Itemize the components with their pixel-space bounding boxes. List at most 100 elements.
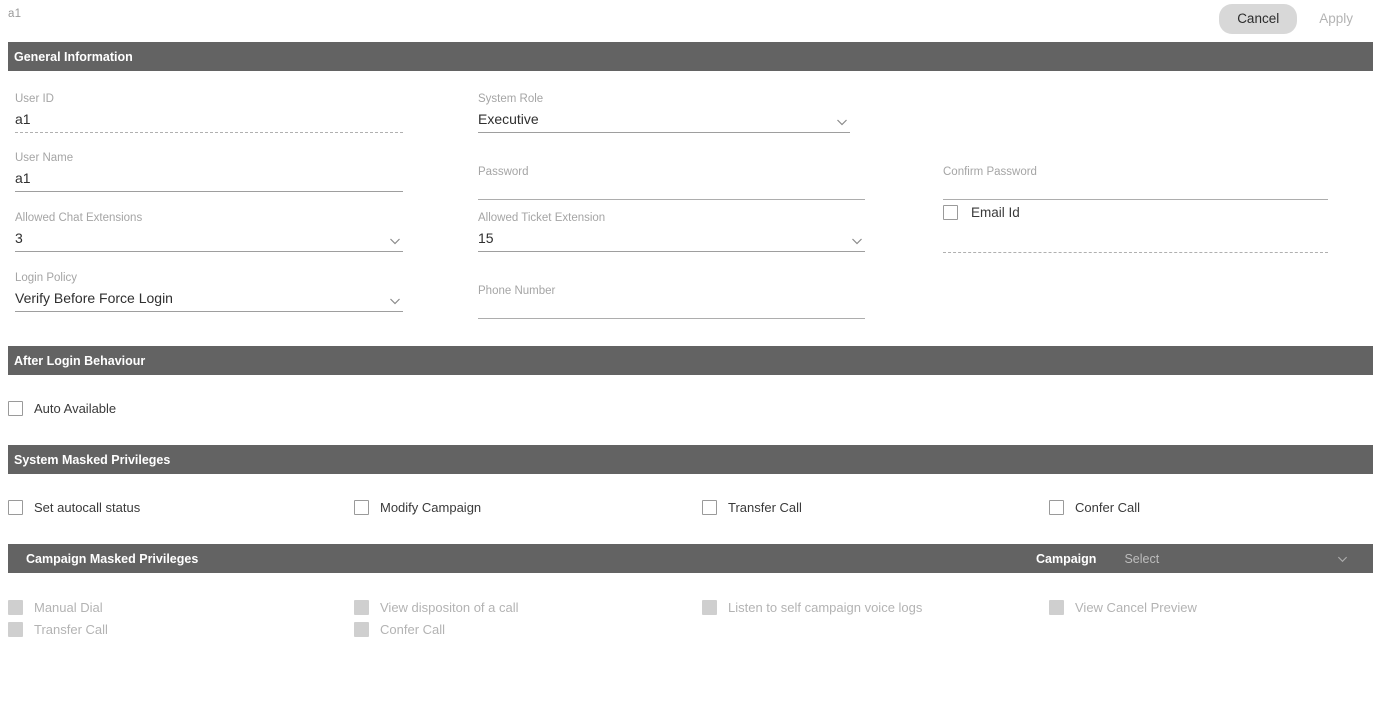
field-label: Login Policy: [15, 272, 78, 284]
system-role-select[interactable]: Executive: [478, 109, 850, 133]
field-allowed-chat-extensions: Allowed Chat Extensions 3: [15, 211, 403, 252]
checkbox-view-disposition-of-a-call: View dispositon of a call: [354, 600, 519, 615]
field-password: Password: [478, 165, 865, 200]
field-value: Executive: [478, 111, 539, 127]
checkbox-box: [1049, 600, 1064, 615]
checkbox-box[interactable]: [943, 205, 958, 220]
field-label: Password: [478, 166, 529, 178]
section-title: After Login Behaviour: [14, 353, 146, 368]
apply-button[interactable]: Apply: [1301, 4, 1371, 34]
checkbox-box: [702, 600, 717, 615]
field-underline: [15, 132, 403, 133]
checkbox-label: Transfer Call: [34, 622, 108, 637]
checkbox-transfer-call[interactable]: Transfer Call: [702, 500, 802, 515]
field-email-id: [943, 228, 1328, 253]
section-title: Campaign Masked Privileges: [26, 551, 199, 566]
top-bar-actions: Cancel Apply: [1219, 4, 1371, 34]
field-underline: [943, 199, 1328, 200]
chevron-down-icon: [390, 238, 400, 245]
field-underline: [478, 199, 865, 200]
section-header-after-login-behaviour: After Login Behaviour: [8, 346, 1373, 375]
field-underline: [478, 318, 865, 319]
field-label: System Role: [478, 93, 544, 105]
checkbox-box[interactable]: [702, 500, 717, 515]
checkbox-label: Email Id: [971, 205, 1020, 220]
section-title: General Information: [14, 49, 133, 64]
top-bar: a1 Cancel Apply: [0, 0, 1379, 38]
page-title: a1: [8, 8, 22, 20]
field-allowed-ticket-extension: Allowed Ticket Extension 15: [478, 211, 865, 252]
checkbox-box: [8, 600, 23, 615]
chevron-down-icon: [390, 298, 400, 305]
field-label: User ID: [15, 93, 54, 105]
user-name-input[interactable]: a1: [15, 168, 403, 192]
section-header-general-information: General Information: [8, 42, 1373, 71]
field-underline: [478, 251, 865, 252]
field-user-id: User ID a1: [15, 92, 403, 133]
field-label: User Name: [15, 152, 74, 164]
checkbox-auto-available[interactable]: Auto Available: [8, 401, 116, 416]
checkbox-label: Modify Campaign: [380, 500, 482, 515]
field-underline: [15, 191, 403, 192]
field-user-name: User Name a1: [15, 151, 403, 192]
cancel-button[interactable]: Cancel: [1219, 4, 1298, 34]
checkbox-label: Confer Call: [1075, 500, 1141, 515]
checkbox-manual-dial: Manual Dial: [8, 600, 103, 615]
field-system-role: System Role Executive: [478, 92, 850, 133]
section-title: System Masked Privileges: [14, 452, 171, 467]
checkbox-modify-campaign[interactable]: Modify Campaign: [354, 500, 481, 515]
chevron-down-icon: [852, 238, 862, 245]
field-label: Allowed Ticket Extension: [478, 212, 606, 224]
field-label: Allowed Chat Extensions: [15, 212, 143, 224]
field-underline: [15, 251, 403, 252]
checkbox-transfer-call-campaign: Transfer Call: [8, 622, 108, 637]
checkbox-label: View dispositon of a call: [380, 600, 519, 615]
section-header-system-masked-privileges: System Masked Privileges: [8, 445, 1373, 474]
checkbox-email-id[interactable]: Email Id: [943, 205, 1020, 220]
campaign-selector-group: Campaign Select: [1036, 544, 1348, 573]
user-settings-page: a1 Cancel Apply General Information User…: [0, 0, 1379, 704]
checkbox-box: [354, 600, 369, 615]
checkbox-box[interactable]: [1049, 500, 1064, 515]
section-header-campaign-masked-privileges: Campaign Masked Privileges Campaign Sele…: [8, 544, 1373, 573]
checkbox-box[interactable]: [8, 500, 23, 515]
field-value: a1: [15, 170, 31, 186]
field-phone-number: Phone Number: [478, 284, 865, 319]
confirm-password-input[interactable]: [943, 182, 1328, 200]
checkbox-box: [354, 622, 369, 637]
field-confirm-password: Confirm Password: [943, 165, 1328, 200]
campaign-selector-label: Campaign: [1036, 551, 1097, 566]
checkbox-listen-to-self-campaign-voice-logs: Listen to self campaign voice logs: [702, 600, 922, 615]
field-underline: [943, 252, 1328, 253]
field-label: Confirm Password: [943, 166, 1037, 178]
checkbox-view-cancel-preview: View Cancel Preview: [1049, 600, 1197, 615]
allowed-chat-extensions-select[interactable]: 3: [15, 228, 403, 252]
checkbox-label: Transfer Call: [728, 500, 802, 515]
campaign-select-value: Select: [1124, 551, 1160, 566]
checkbox-set-autocall-status[interactable]: Set autocall status: [8, 500, 140, 515]
email-id-input[interactable]: [943, 231, 1328, 253]
checkbox-confer-call[interactable]: Confer Call: [1049, 500, 1140, 515]
phone-number-input[interactable]: [478, 301, 865, 319]
checkbox-box[interactable]: [8, 401, 23, 416]
user-id-input[interactable]: a1: [15, 109, 403, 133]
field-value: 15: [478, 230, 494, 246]
checkbox-box: [8, 622, 23, 637]
login-policy-select[interactable]: Verify Before Force Login: [15, 288, 403, 312]
password-input[interactable]: [478, 182, 865, 200]
checkbox-label: Confer Call: [380, 622, 446, 637]
field-underline: [15, 311, 403, 312]
checkbox-label: Auto Available: [34, 401, 117, 416]
chevron-down-icon: [837, 119, 847, 126]
field-value: Verify Before Force Login: [15, 290, 173, 306]
checkbox-label: View Cancel Preview: [1075, 600, 1197, 615]
checkbox-label: Set autocall status: [34, 500, 141, 515]
field-underline: [478, 132, 850, 133]
checkbox-label: Manual Dial: [34, 600, 103, 615]
checkbox-label: Listen to self campaign voice logs: [728, 600, 923, 615]
campaign-select[interactable]: Select: [1124, 544, 1348, 573]
allowed-ticket-extension-select[interactable]: 15: [478, 228, 865, 252]
field-label: Phone Number: [478, 285, 556, 297]
checkbox-box[interactable]: [354, 500, 369, 515]
chevron-down-icon: [1338, 556, 1348, 562]
